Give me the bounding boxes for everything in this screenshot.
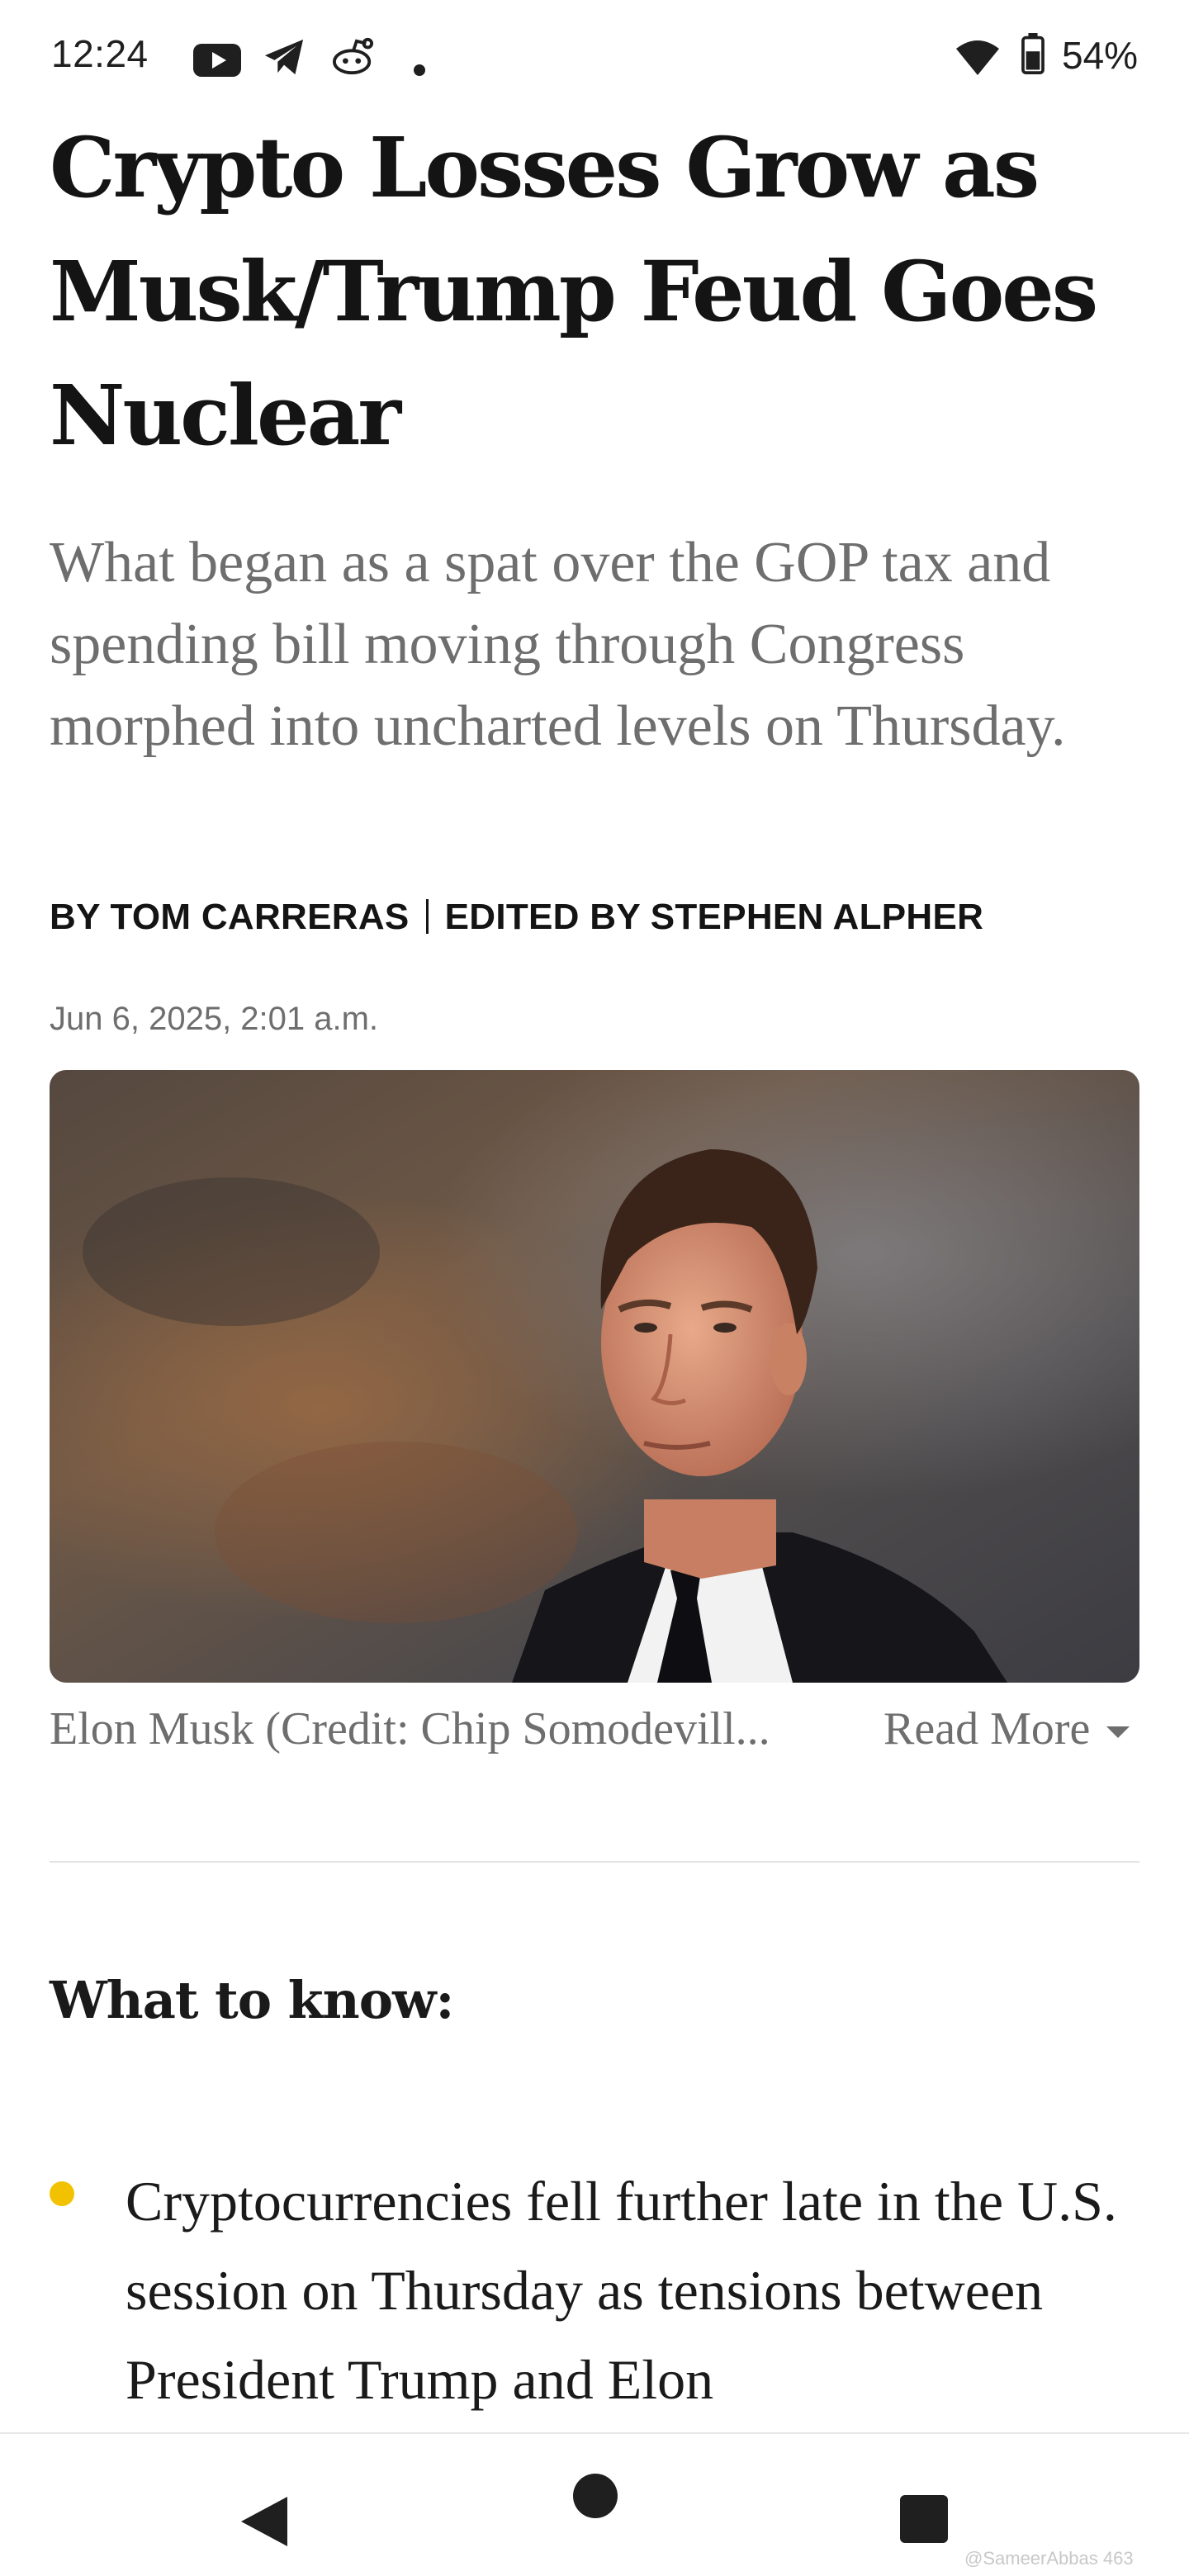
section-divider xyxy=(50,1861,1139,1863)
bullet-dot-icon xyxy=(50,2181,74,2206)
system-nav-bar: @SameerAbbas 463 xyxy=(0,2432,1189,2576)
recents-icon[interactable] xyxy=(900,2495,948,2543)
back-icon[interactable] xyxy=(241,2497,287,2546)
bullet-item: Cryptocurrencies fell further late in th… xyxy=(126,2170,1117,2411)
battery-percent: 54% xyxy=(1062,34,1139,77)
byline-editor[interactable]: EDITED BY STEPHEN ALPHER xyxy=(445,897,984,937)
caret-down-icon xyxy=(1106,1726,1130,1738)
watermark: @SameerAbbas 463 xyxy=(964,2548,1134,2569)
hero-image[interactable] xyxy=(50,1070,1139,1683)
article-headline: Crypto Losses Grow as Musk/Trump Feud Go… xyxy=(50,119,1098,464)
home-icon[interactable] xyxy=(573,2474,618,2518)
image-caption: Elon Musk (Credit: Chip Somodevill... xyxy=(50,1703,770,1754)
status-bar: 12:24 54% xyxy=(0,0,1189,116)
publish-date: Jun 6, 2025, 2:01 a.m. xyxy=(50,1001,379,1037)
read-more-button[interactable]: Read More xyxy=(883,1702,1130,1755)
what-to-know-heading: What to know: xyxy=(50,1970,454,2030)
hero-photo-portrait xyxy=(50,1070,1139,1683)
wifi-icon xyxy=(956,40,999,75)
reddit-icon xyxy=(332,37,374,75)
battery-icon xyxy=(1021,33,1045,74)
byline-author[interactable]: BY TOM CARRERAS xyxy=(50,897,410,937)
byline-separator xyxy=(425,899,429,934)
telegram-icon xyxy=(264,39,304,75)
article-dek: What began as a spat over the GOP tax an… xyxy=(50,531,1066,758)
byline: BY TOM CARRERAS EDITED BY STEPHEN ALPHER xyxy=(50,897,983,938)
read-more-label: Read More xyxy=(883,1703,1091,1754)
notification-dot-icon xyxy=(414,64,425,76)
youtube-icon xyxy=(193,44,241,77)
status-time: 12:24 xyxy=(51,32,149,75)
